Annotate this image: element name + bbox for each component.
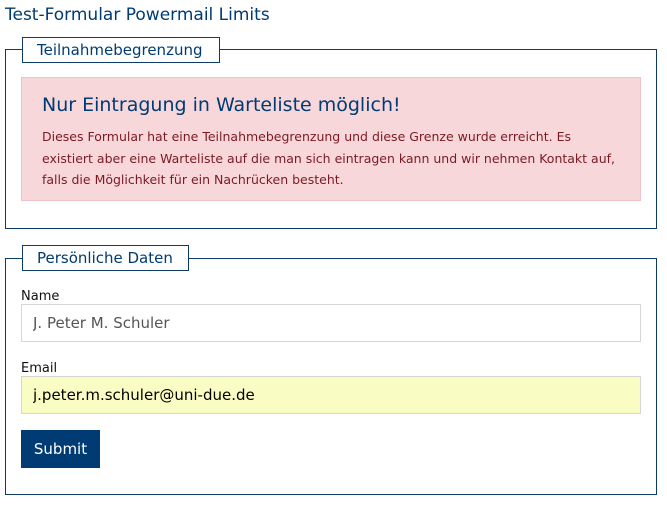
personal-data-legend: Persönliche Daten: [22, 245, 189, 271]
submit-button[interactable]: Submit: [21, 430, 100, 468]
email-input[interactable]: [21, 376, 641, 414]
limit-legend: Teilnahmebegrenzung: [22, 37, 220, 63]
waitlist-alert: Nur Eintragung in Warteliste möglich! Di…: [21, 77, 641, 201]
page-title: Test-Formular Powermail Limits: [5, 5, 270, 25]
form-page: Test-Formular Powermail Limits Teilnahme…: [0, 0, 667, 506]
email-label: Email: [21, 361, 58, 376]
alert-text: Dieses Formular hat eine Teilnahmebegren…: [42, 129, 616, 187]
name-label: Name: [21, 289, 60, 304]
alert-title: Nur Eintragung in Warteliste möglich!: [42, 94, 401, 116]
name-input[interactable]: [21, 304, 641, 342]
